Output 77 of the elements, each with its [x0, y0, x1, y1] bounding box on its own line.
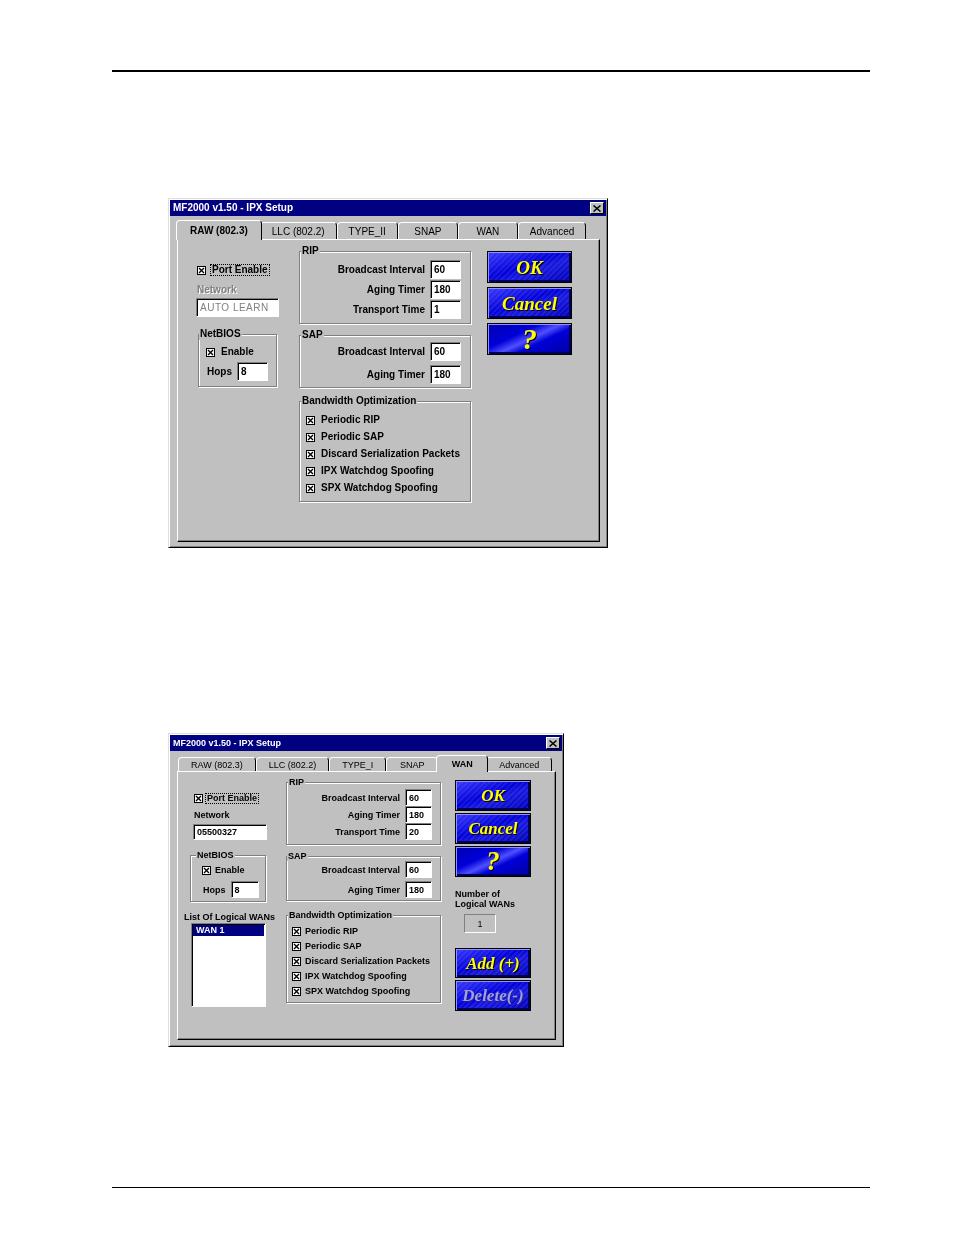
- hops-label: Hops: [207, 366, 232, 377]
- tab[interactable]: LLC (802.2): [259, 222, 337, 239]
- option-checkbox[interactable]: Periodic SAP: [306, 431, 386, 443]
- hops-field[interactable]: 8: [230, 881, 259, 898]
- option-checkbox[interactable]: Periodic SAP: [292, 941, 364, 952]
- field-label: Aging Timer: [366, 369, 425, 380]
- option-checkbox[interactable]: Discard Serialization Packets: [292, 956, 433, 967]
- ok-button[interactable]: OK: [487, 251, 572, 283]
- number-field[interactable]: 60: [405, 789, 432, 806]
- cancel-button[interactable]: Cancel: [455, 813, 531, 844]
- tab[interactable]: SNAP: [397, 222, 458, 239]
- option-checkbox[interactable]: Discard Serialization Packets: [306, 448, 462, 460]
- field-label: Aging Timer: [347, 884, 400, 895]
- list-item[interactable]: WAN 1: [193, 925, 264, 936]
- network-label: Network: [197, 284, 237, 296]
- group-label: RIP: [288, 777, 305, 787]
- group-label: SAP: [287, 851, 308, 861]
- number-field[interactable]: 60: [405, 861, 432, 878]
- tab[interactable]: SNAP: [386, 757, 439, 771]
- field-label: Broadcast Interval: [321, 864, 400, 875]
- network-label: Network: [194, 810, 230, 821]
- tab[interactable]: Advanced: [517, 222, 587, 239]
- field-label: Transport Time: [352, 304, 425, 315]
- group-label: NetBIOS: [196, 850, 235, 860]
- help-button[interactable]: ?: [487, 323, 572, 355]
- network-field[interactable]: 05500327: [193, 824, 267, 840]
- option-checkbox[interactable]: SPX Watchdog Spoofing: [306, 482, 440, 494]
- number-field[interactable]: 20: [405, 823, 432, 840]
- window-title: MF2000 v1.50 - IPX Setup: [173, 202, 294, 214]
- tab[interactable]: RAW (802.3): [178, 757, 256, 771]
- field-label: Broadcast Interval: [337, 264, 425, 275]
- tab[interactable]: LLC (802.2): [255, 757, 330, 771]
- tab[interactable]: TYPE_II: [336, 222, 398, 239]
- tab[interactable]: RAW (802.3): [176, 220, 262, 240]
- tab[interactable]: WAN: [436, 755, 489, 772]
- group-label: NetBIOS: [199, 328, 242, 340]
- number-field[interactable]: 1: [430, 300, 461, 319]
- option-checkbox[interactable]: Periodic RIP: [292, 926, 360, 937]
- tab[interactable]: TYPE_I: [329, 757, 387, 771]
- number-field[interactable]: 180: [430, 280, 461, 299]
- enable-checkbox[interactable]: Enable: [206, 346, 256, 358]
- group-label: RIP: [301, 245, 320, 257]
- wan-list-label: List Of Logical WANs: [184, 912, 275, 922]
- number-field[interactable]: 180: [405, 881, 432, 898]
- option-checkbox[interactable]: SPX Watchdog Spoofing: [292, 986, 413, 997]
- enable-checkbox[interactable]: Enable: [202, 865, 247, 876]
- option-checkbox[interactable]: Periodic RIP: [306, 414, 382, 426]
- number-field[interactable]: 60: [430, 342, 461, 361]
- ok-button[interactable]: OK: [455, 780, 531, 811]
- wan-count-label: Number of Logical WANs: [455, 889, 516, 909]
- group-label: Bandwidth Optimization: [288, 910, 393, 920]
- option-checkbox[interactable]: IPX Watchdog Spoofing: [292, 971, 409, 982]
- group-label: Bandwidth Optimization: [301, 395, 418, 407]
- field-label: Aging Timer: [366, 284, 425, 295]
- field-label: Aging Timer: [347, 809, 400, 820]
- hops-field[interactable]: 8: [237, 362, 268, 381]
- field-label: Broadcast Interval: [321, 792, 400, 803]
- cancel-button[interactable]: Cancel: [487, 287, 572, 319]
- wan-listbox[interactable]: WAN 1: [191, 923, 266, 1007]
- option-checkbox[interactable]: IPX Watchdog Spoofing: [306, 465, 436, 477]
- number-field[interactable]: 180: [405, 806, 432, 823]
- tab[interactable]: Advanced: [486, 757, 553, 771]
- close-button[interactable]: [590, 202, 604, 214]
- hops-label: Hops: [203, 884, 226, 895]
- group-label: SAP: [301, 329, 324, 341]
- window-title: MF2000 v1.50 - IPX Setup: [173, 737, 282, 749]
- number-field[interactable]: 180: [430, 365, 461, 384]
- number-field[interactable]: 60: [430, 260, 461, 279]
- close-icon: [593, 204, 601, 212]
- field-label: Broadcast Interval: [337, 346, 425, 357]
- tab[interactable]: WAN: [457, 222, 518, 239]
- close-icon: [549, 739, 557, 747]
- close-button[interactable]: [546, 737, 560, 749]
- field-label: Transport Time: [335, 826, 400, 837]
- wan-count-field: 1: [464, 914, 496, 933]
- add-button[interactable]: Add (+): [455, 948, 531, 978]
- help-button[interactable]: ?: [455, 846, 531, 877]
